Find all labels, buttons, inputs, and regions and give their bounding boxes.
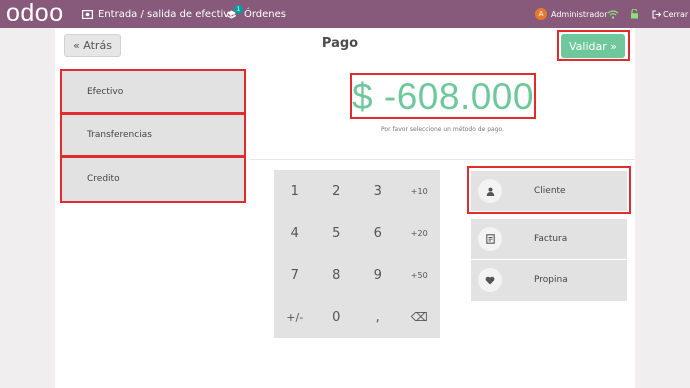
payment-method-credit[interactable]: Credito — [62, 157, 244, 201]
close-label: Cerrar — [663, 9, 689, 19]
orders-count-badge: 1 — [234, 5, 243, 14]
invoice-label: Factura — [534, 234, 568, 244]
avatar: A — [535, 8, 547, 20]
payment-method-transfer[interactable]: Transferencias — [62, 114, 244, 156]
numpad-key-sign[interactable]: +/- — [274, 296, 316, 338]
wifi-icon[interactable] — [607, 0, 619, 28]
tip-button[interactable]: Propina — [471, 260, 627, 301]
unlock-icon[interactable] — [630, 0, 639, 28]
numpad-key-6[interactable]: 6 — [357, 212, 399, 254]
orders-icon: 1 — [226, 0, 243, 28]
page-title: Pago — [321, 36, 359, 51]
numpad-key-5[interactable]: 5 — [316, 212, 358, 254]
numpad-key-3[interactable]: 3 — [357, 170, 399, 212]
select-method-hint: Por favor seleccione un método de pago. — [381, 126, 504, 133]
back-button[interactable]: « Atrás — [64, 34, 121, 57]
customer-button[interactable]: Cliente — [471, 171, 627, 211]
numpad: 1 2 3 +10 4 5 6 +20 7 8 9 +50 +/- 0 , ⌫ — [274, 170, 440, 338]
user-icon — [478, 179, 502, 203]
cash-icon — [82, 9, 93, 19]
numpad-key-backspace[interactable]: ⌫ — [399, 296, 441, 338]
numpad-key-1[interactable]: 1 — [274, 170, 316, 212]
orders-button[interactable]: 1 Órdenes — [226, 0, 286, 28]
close-pos-button[interactable]: Cerrar — [652, 0, 688, 28]
invoice-button[interactable]: Factura — [471, 219, 627, 259]
orders-label: Órdenes — [244, 8, 287, 20]
payment-method-cash[interactable]: Efectivo — [62, 71, 244, 113]
user-name: Administrador — [551, 9, 608, 19]
numpad-key-plus-10[interactable]: +10 — [399, 170, 441, 212]
invoice-icon — [478, 227, 502, 251]
top-bar: odoo Entrada / salida de efectivo 1 Órde… — [0, 0, 690, 28]
numpad-key-4[interactable]: 4 — [274, 212, 316, 254]
user-menu[interactable]: A Administrador — [535, 0, 607, 28]
cash-in-out-label: Entrada / salida de efectivo — [98, 8, 236, 20]
tip-label: Propina — [534, 275, 568, 285]
numpad-key-plus-20[interactable]: +20 — [399, 212, 441, 254]
odoo-logo: odoo — [6, 0, 64, 27]
numpad-key-2[interactable]: 2 — [316, 170, 358, 212]
sign-out-icon — [652, 9, 661, 19]
customer-label: Cliente — [534, 186, 566, 196]
numpad-key-decimal[interactable]: , — [357, 296, 399, 338]
numpad-key-9[interactable]: 9 — [357, 254, 399, 296]
divider — [250, 159, 635, 160]
numpad-key-0[interactable]: 0 — [316, 296, 358, 338]
validate-button[interactable]: Validar » — [561, 34, 625, 58]
payment-amount: $ -608.000 — [352, 76, 534, 117]
cash-in-out-button[interactable]: Entrada / salida de efectivo — [82, 0, 235, 28]
numpad-key-8[interactable]: 8 — [316, 254, 358, 296]
heart-icon — [478, 268, 502, 292]
numpad-key-7[interactable]: 7 — [274, 254, 316, 296]
numpad-key-plus-50[interactable]: +50 — [399, 254, 441, 296]
